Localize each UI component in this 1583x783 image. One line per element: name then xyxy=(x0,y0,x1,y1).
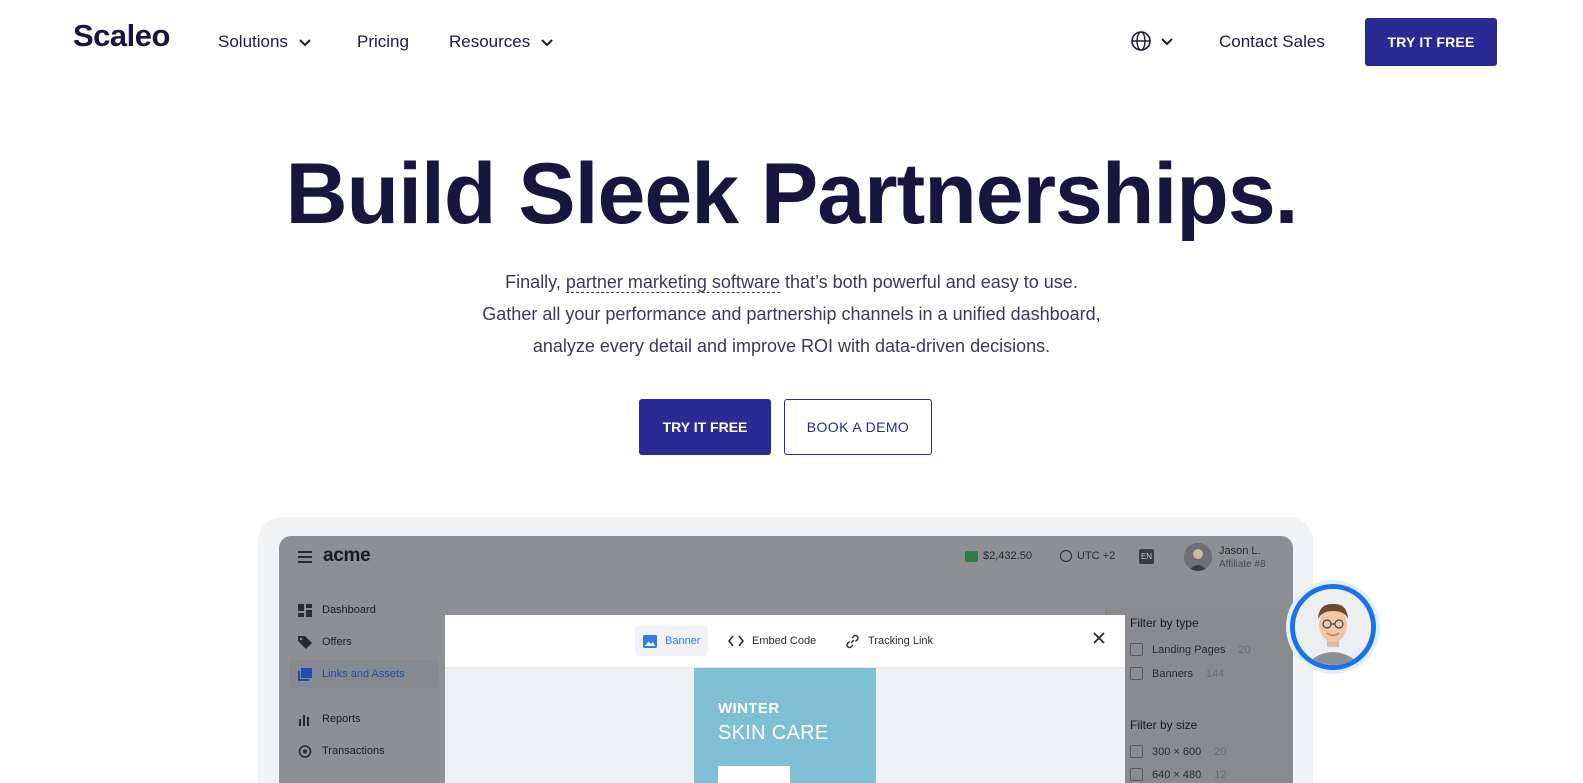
sidebar-item-label: Transactions xyxy=(322,745,385,757)
filter-option-label: Banners xyxy=(1152,667,1193,680)
filter-option-count: 20 xyxy=(1214,745,1227,758)
checkbox xyxy=(1130,745,1143,758)
clock-icon xyxy=(1060,550,1072,562)
filter-option: 640 × 480 12 xyxy=(1130,768,1227,781)
filter-option-label: 300 × 600 xyxy=(1152,745,1202,758)
person-image xyxy=(1295,589,1371,665)
filter-type-title: Filter by type xyxy=(1130,616,1199,630)
user-name: Jason L. xyxy=(1219,545,1261,557)
timezone-display: UTC +2 xyxy=(1060,550,1115,562)
hero-title: Build Sleek Partnerships. xyxy=(285,146,1298,242)
sidebar-item-label: Offers xyxy=(322,636,352,648)
support-avatar[interactable] xyxy=(1286,580,1380,674)
code-icon xyxy=(728,635,744,647)
filter-panel: Filter by type Landing Pages 20 Banners 14… xyxy=(1106,608,1293,783)
sidebar-item-label: Dashboard xyxy=(322,604,376,616)
checkbox xyxy=(1130,643,1143,656)
support-avatar-photo xyxy=(1290,584,1376,670)
chevron-down-icon xyxy=(299,39,311,47)
modal-header: Banner Embed Code Tracking Link xyxy=(445,615,1125,668)
timezone-value: UTC +2 xyxy=(1077,550,1116,562)
banner-line-2: SKIN CARE xyxy=(718,722,829,744)
nav-solutions-label: Solutions xyxy=(218,32,288,51)
language-selector[interactable] xyxy=(1130,30,1174,52)
acme-logo: acme xyxy=(323,545,371,566)
checkbox xyxy=(1130,768,1143,781)
modal-preview: WINTER SKIN CARE xyxy=(445,668,1125,783)
filter-option: 300 × 600 20 xyxy=(1130,745,1227,758)
banner-line-1: WINTER xyxy=(718,700,780,717)
sidebar-item-links-assets: Links and Assets xyxy=(289,660,439,688)
dashboard-icon xyxy=(298,603,312,617)
chevron-down-icon xyxy=(1161,38,1173,46)
sidebar-item-label: Links and Assets xyxy=(322,668,405,680)
nav-pricing-label: Pricing xyxy=(357,32,409,51)
tab-label: Tracking Link xyxy=(868,635,934,647)
asset-modal: Banner Embed Code Tracking Link WINTER S… xyxy=(445,615,1125,783)
top-navigation: Scaleo Solutions Pricing Resources Conta… xyxy=(0,0,1583,84)
filter-option-label: Landing Pages xyxy=(1152,643,1226,656)
filter-option-label: 640 × 480 xyxy=(1152,768,1202,781)
language-badge: EN xyxy=(1139,549,1154,564)
filter-option-count: 20 xyxy=(1238,643,1251,656)
close-icon xyxy=(1093,632,1105,644)
filter-option: Landing Pages 20 xyxy=(1130,643,1251,656)
sidebar-item-label: Reports xyxy=(322,713,361,725)
tab-banner: Banner xyxy=(635,626,709,656)
filter-option-count: 144 xyxy=(1205,667,1225,680)
nav-resources[interactable]: Resources xyxy=(449,32,554,52)
user-avatar xyxy=(1184,543,1212,571)
images-icon xyxy=(298,667,312,681)
tag-icon xyxy=(298,635,312,649)
hero-sub-line-3: analyze every detail and improve ROI wit… xyxy=(532,336,1051,356)
link-icon xyxy=(846,634,859,648)
partner-marketing-link[interactable]: partner marketing software xyxy=(565,272,780,293)
contact-sales-link[interactable]: Contact Sales xyxy=(1219,32,1325,52)
menu-icon xyxy=(298,551,312,563)
filter-size-title: Filter by size xyxy=(1130,718,1198,732)
bar-chart-icon xyxy=(299,714,309,726)
filter-option-count: 12 xyxy=(1214,768,1227,781)
user-role: Affiliate #8 xyxy=(1219,559,1266,570)
nav-try-free-button[interactable]: TRY IT FREE xyxy=(1365,18,1497,66)
hero-sub-line-2: Gather all your performance and partners… xyxy=(482,304,1101,324)
image-icon xyxy=(643,634,657,648)
user-avatar-image xyxy=(1184,543,1212,571)
sidebar-item-dashboard: Dashboard xyxy=(289,596,439,624)
transactions-icon xyxy=(298,744,312,758)
scaleo-logo[interactable]: Scaleo xyxy=(73,18,170,54)
nav-solutions[interactable]: Solutions xyxy=(218,32,312,52)
globe-icon xyxy=(1131,31,1151,51)
nav-pricing[interactable]: Pricing xyxy=(357,32,409,52)
tab-label: Embed Code xyxy=(752,635,817,647)
mockup-topbar: acme $2,432.50 UTC +2 EN Jason L. Affili… xyxy=(279,536,1293,580)
filter-option: Banners 144 xyxy=(1130,667,1224,680)
wallet-icon xyxy=(965,550,978,562)
tab-embed-code: Embed Code xyxy=(720,626,824,656)
checkbox xyxy=(1130,667,1143,680)
sidebar-item-reports: Reports xyxy=(289,705,439,733)
balance-display: $2,432.50 xyxy=(965,550,1032,562)
sidebar-item-offers: Offers xyxy=(289,628,439,656)
balance-value: $2,432.50 xyxy=(983,550,1032,562)
chevron-down-icon xyxy=(541,39,553,47)
banner-button xyxy=(718,766,790,783)
tab-label: Banner xyxy=(665,635,701,647)
book-demo-button[interactable]: BOOK A DEMO xyxy=(784,399,932,455)
nav-resources-label: Resources xyxy=(449,32,531,51)
hero-subtitle: Finally, partner marketing software that… xyxy=(0,266,1583,362)
tab-tracking-link: Tracking Link xyxy=(837,626,941,656)
sidebar-item-transactions: Transactions xyxy=(289,737,439,765)
hero-sub-prefix: Finally, xyxy=(505,272,566,292)
user-info: Jason L. Affiliate #8 xyxy=(1219,544,1266,572)
try-free-button[interactable]: TRY IT FREE xyxy=(639,399,771,455)
banner-preview: WINTER SKIN CARE xyxy=(694,668,876,783)
hero-sub-suffix: that’s both powerful and easy to use. xyxy=(779,272,1078,292)
